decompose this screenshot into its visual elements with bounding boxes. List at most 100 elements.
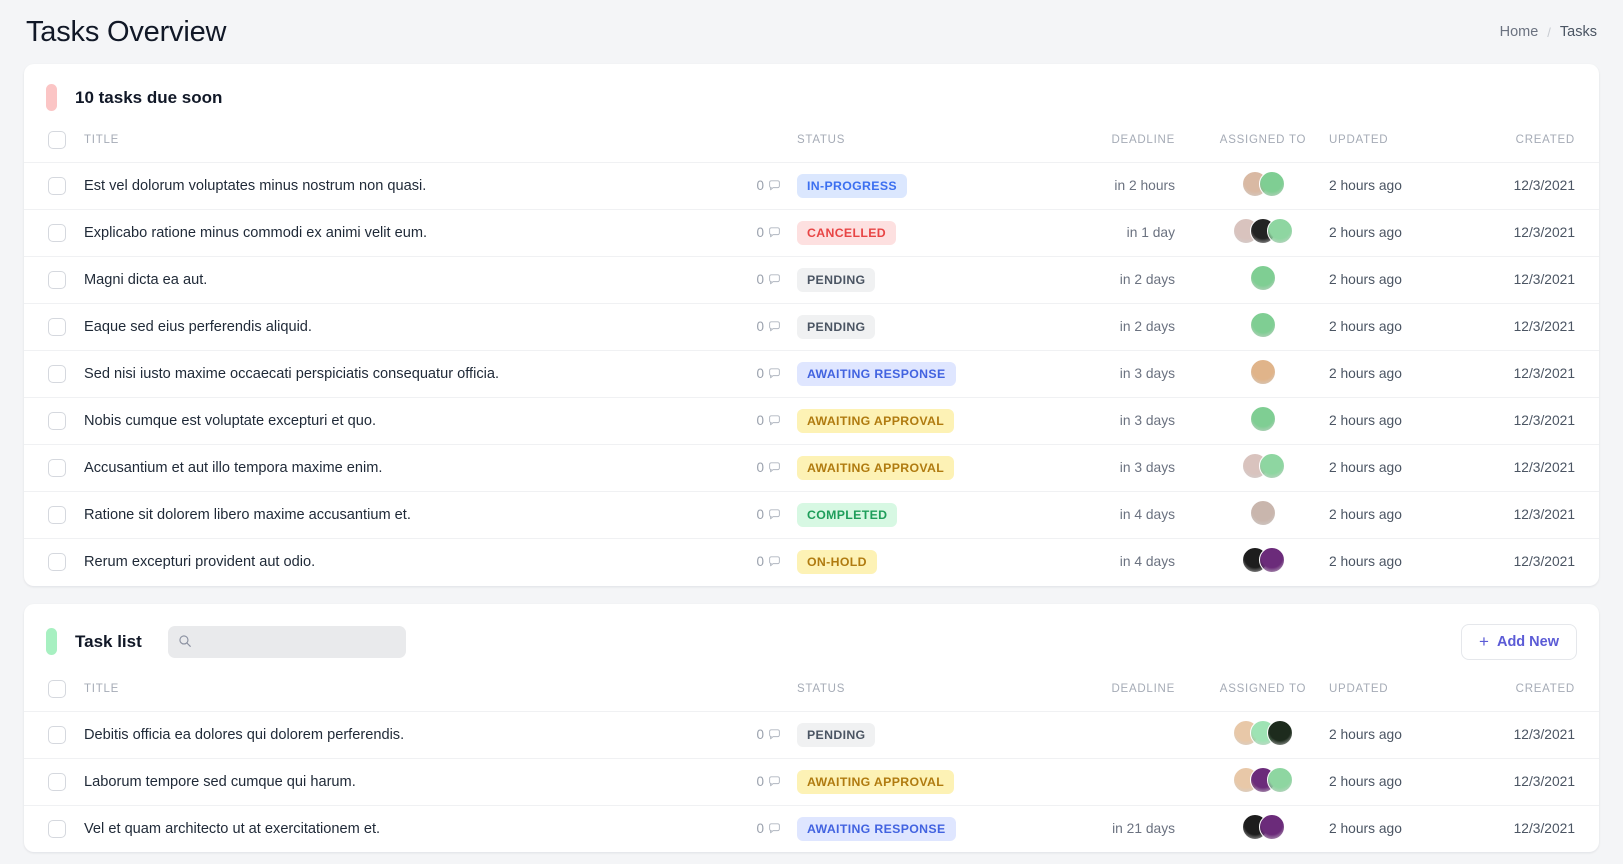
task-title[interactable]: Accusantium et aut illo tempora maxime e… bbox=[84, 460, 382, 476]
column-header-comments bbox=[727, 674, 797, 712]
avatar[interactable] bbox=[1267, 218, 1293, 244]
avatar[interactable] bbox=[1267, 719, 1293, 746]
row-checkbox[interactable] bbox=[48, 459, 66, 477]
column-header-created[interactable]: CREATED bbox=[1479, 674, 1599, 712]
column-header-assigned-to[interactable]: ASSIGNED TO bbox=[1197, 125, 1329, 163]
task-title[interactable]: Vel et quam architecto ut at exercitatio… bbox=[84, 821, 380, 837]
task-title[interactable]: Debitis officia ea dolores qui dolorem p… bbox=[84, 727, 404, 743]
task-title[interactable]: Rerum excepturi provident aut odio. bbox=[84, 554, 315, 570]
column-header-assigned-to[interactable]: ASSIGNED TO bbox=[1197, 674, 1329, 712]
comment-count[interactable]: 0 bbox=[756, 225, 781, 240]
row-checkbox[interactable] bbox=[48, 271, 66, 289]
table-row[interactable]: Est vel dolorum voluptates minus nostrum… bbox=[24, 162, 1599, 210]
comment-count[interactable]: 0 bbox=[756, 272, 781, 287]
column-header-status[interactable]: STATUS bbox=[797, 674, 1047, 712]
task-title[interactable]: Explicabo ratione minus commodi ex animi… bbox=[84, 225, 427, 241]
column-header-updated[interactable]: UPDATED bbox=[1329, 125, 1479, 163]
table-row[interactable]: Eaque sed eius perferendis aliquid. 0 PEND… bbox=[24, 303, 1599, 351]
avatar[interactable] bbox=[1250, 312, 1276, 338]
row-checkbox[interactable] bbox=[48, 772, 66, 791]
avatar-group[interactable] bbox=[1241, 547, 1285, 574]
task-title[interactable]: Eaque sed eius perferendis aliquid. bbox=[84, 319, 312, 335]
search-input[interactable] bbox=[199, 625, 406, 658]
avatar[interactable] bbox=[1258, 547, 1285, 574]
avatar-group[interactable] bbox=[1250, 500, 1276, 526]
avatar[interactable] bbox=[1258, 453, 1285, 479]
table-row[interactable]: Explicabo ratione minus commodi ex animi… bbox=[24, 209, 1599, 257]
table-row[interactable]: Debitis officia ea dolores qui dolorem p… bbox=[24, 710, 1599, 758]
avatar[interactable] bbox=[1258, 171, 1285, 197]
comment-count[interactable]: 0 bbox=[756, 366, 781, 381]
avatar[interactable] bbox=[1258, 813, 1285, 840]
search-box[interactable] bbox=[167, 625, 406, 658]
task-title[interactable]: Magni dicta ea aut. bbox=[84, 272, 207, 288]
row-checkbox[interactable] bbox=[48, 177, 66, 195]
avatar-group[interactable] bbox=[1241, 453, 1285, 479]
avatar[interactable] bbox=[1250, 500, 1276, 526]
avatar-group[interactable] bbox=[1250, 359, 1276, 385]
comment-icon bbox=[769, 321, 780, 332]
table-row[interactable]: Nobis cumque est voluptate excepturi et … bbox=[24, 397, 1599, 445]
table-row[interactable]: Accusantium et aut illo tempora maxime e… bbox=[24, 444, 1599, 492]
row-checkbox[interactable] bbox=[48, 224, 66, 242]
table-row[interactable]: Vel et quam architecto ut at exercitatio… bbox=[24, 804, 1599, 852]
select-all-checkbox[interactable] bbox=[48, 679, 66, 698]
assigned-to-cell bbox=[1197, 209, 1329, 257]
breadcrumb-home[interactable]: Home bbox=[1500, 24, 1539, 40]
avatar-group[interactable] bbox=[1233, 218, 1293, 244]
row-checkbox[interactable] bbox=[48, 725, 66, 744]
row-checkbox[interactable] bbox=[48, 412, 66, 430]
task-title-cell: Vel et quam architecto ut at exercitatio… bbox=[84, 804, 727, 852]
table-row[interactable]: Magni dicta ea aut. 0 PENDING in 2 days 2 ho… bbox=[24, 256, 1599, 304]
table-row[interactable]: Ratione sit dolorem libero maxime accusa… bbox=[24, 491, 1599, 539]
table-row[interactable]: Rerum excepturi provident aut odio. 0 ON-H… bbox=[24, 538, 1599, 586]
task-title[interactable]: Sed nisi iusto maxime occaecati perspici… bbox=[84, 366, 499, 382]
row-select-cell bbox=[24, 256, 84, 304]
comment-count[interactable]: 0 bbox=[756, 821, 781, 836]
task-title[interactable]: Nobis cumque est voluptate excepturi et … bbox=[84, 413, 376, 429]
comment-count[interactable]: 0 bbox=[756, 774, 781, 789]
avatar[interactable] bbox=[1250, 359, 1276, 385]
task-title[interactable]: Ratione sit dolorem libero maxime accusa… bbox=[84, 507, 411, 523]
avatar-group[interactable] bbox=[1241, 813, 1285, 840]
comment-count[interactable]: 0 bbox=[756, 727, 781, 742]
avatar-group[interactable] bbox=[1250, 406, 1276, 432]
row-checkbox[interactable] bbox=[48, 819, 66, 838]
column-header-status[interactable]: STATUS bbox=[797, 125, 1047, 163]
deadline-cell: in 3 days bbox=[1047, 397, 1197, 445]
comment-count[interactable]: 0 bbox=[756, 413, 781, 428]
assigned-to-cell bbox=[1197, 397, 1329, 445]
comment-count[interactable]: 0 bbox=[756, 507, 781, 522]
row-checkbox[interactable] bbox=[48, 553, 66, 572]
avatar-group[interactable] bbox=[1233, 719, 1293, 746]
avatar[interactable] bbox=[1250, 406, 1276, 432]
comment-count[interactable]: 0 bbox=[756, 178, 781, 193]
add-new-button[interactable]: + Add New bbox=[1461, 623, 1577, 660]
row-checkbox[interactable] bbox=[48, 318, 66, 336]
column-header-title[interactable]: TITLE bbox=[84, 125, 727, 163]
avatar[interactable] bbox=[1267, 766, 1293, 793]
column-header-deadline[interactable]: DEADLINE bbox=[1047, 674, 1197, 712]
column-header-deadline[interactable]: DEADLINE bbox=[1047, 125, 1197, 163]
comment-count[interactable]: 0 bbox=[756, 554, 781, 569]
status-badge: CANCELLED bbox=[797, 221, 896, 245]
column-header-title[interactable]: TITLE bbox=[84, 674, 727, 712]
avatar[interactable] bbox=[1250, 265, 1276, 291]
avatar-group[interactable] bbox=[1241, 171, 1285, 197]
avatar-group[interactable] bbox=[1250, 312, 1276, 338]
table-row[interactable]: Laborum tempore sed cumque qui harum. 0 AW… bbox=[24, 757, 1599, 805]
row-checkbox[interactable] bbox=[48, 365, 66, 383]
comment-count[interactable]: 0 bbox=[756, 460, 781, 475]
column-header-created[interactable]: CREATED bbox=[1479, 125, 1599, 163]
task-title[interactable]: Laborum tempore sed cumque qui harum. bbox=[84, 774, 356, 790]
comment-count[interactable]: 0 bbox=[756, 319, 781, 334]
table-row[interactable]: Sed nisi iusto maxime occaecati perspici… bbox=[24, 350, 1599, 398]
avatar-group[interactable] bbox=[1233, 766, 1293, 793]
avatar-group[interactable] bbox=[1250, 265, 1276, 291]
column-header-updated[interactable]: UPDATED bbox=[1329, 674, 1479, 712]
row-checkbox[interactable] bbox=[48, 506, 66, 524]
breadcrumb-tasks[interactable]: Tasks bbox=[1560, 24, 1597, 40]
task-title[interactable]: Est vel dolorum voluptates minus nostrum… bbox=[84, 178, 426, 194]
select-all-checkbox[interactable] bbox=[48, 131, 66, 149]
breadcrumb: Home / Tasks bbox=[1500, 24, 1597, 40]
